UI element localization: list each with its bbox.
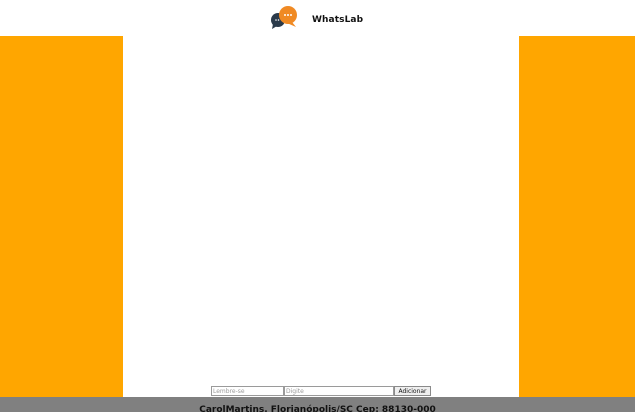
message-composer: Adicionar: [211, 386, 431, 396]
footer-text: CarolMartins. Florianópolis/SC Cep: 8813…: [199, 405, 436, 412]
chat-bubbles-logo-icon: [271, 6, 297, 29]
app-title: WhatsLab: [312, 15, 364, 25]
remember-input[interactable]: [211, 386, 284, 396]
page: WhatsLab Adicionar CarolMartins. Florian…: [0, 0, 635, 412]
left-sidebar-panel: [0, 36, 123, 397]
footer: CarolMartins. Florianópolis/SC Cep: 8813…: [0, 397, 635, 412]
message-input[interactable]: [284, 386, 394, 396]
header: WhatsLab: [0, 0, 635, 36]
add-button[interactable]: Adicionar: [394, 386, 431, 396]
right-sidebar-panel: [519, 36, 635, 397]
chat-area: [123, 36, 519, 397]
